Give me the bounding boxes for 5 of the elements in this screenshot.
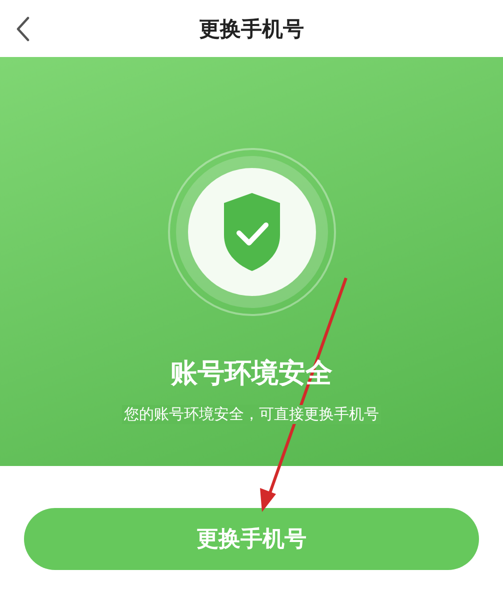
shield-check-icon — [166, 147, 336, 317]
change-phone-button[interactable]: 更换手机号 — [24, 508, 479, 570]
status-description: 您的账号环境安全，可直接更换手机号 — [122, 405, 381, 424]
page-title: 更换手机号 — [199, 16, 304, 42]
back-icon[interactable] — [16, 16, 30, 42]
